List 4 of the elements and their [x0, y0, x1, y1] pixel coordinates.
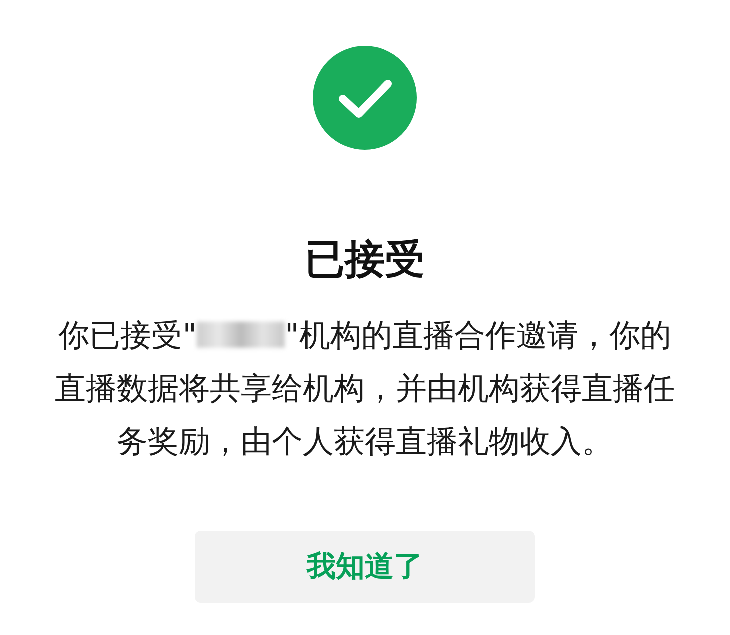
check-circle-icon	[313, 46, 417, 150]
invite-message: 你已接受" "机构的直播合作邀请，你的直播数据将共享给机构，并由机构获得直播任务奖励，由个人获得直播礼物收入。	[54, 317, 676, 462]
acknowledge-button[interactable]: 我知道了	[195, 531, 535, 603]
dialog-title: 已接受	[305, 236, 425, 284]
